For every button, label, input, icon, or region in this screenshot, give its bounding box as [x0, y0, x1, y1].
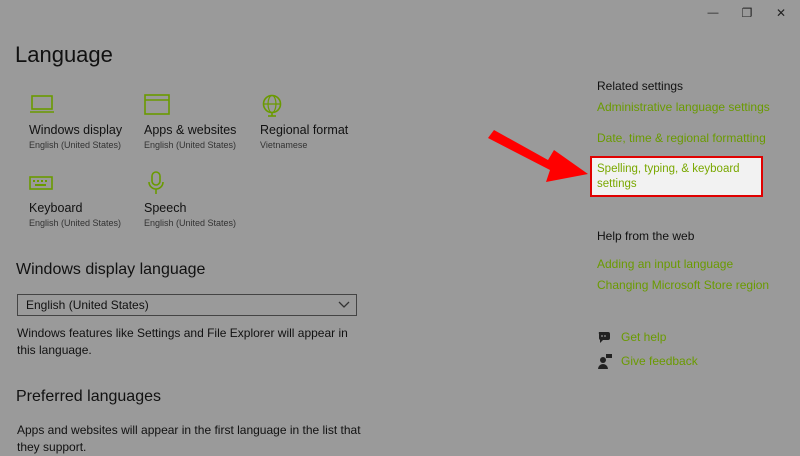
feedback-person-icon	[598, 354, 612, 369]
maximize-button[interactable]: ❐	[730, 0, 764, 26]
get-help-label: Get help	[621, 330, 667, 344]
tile-sublabel: English (United States)	[29, 140, 122, 150]
tile-speech[interactable]: Speech English (United States)	[144, 171, 254, 228]
help-from-web-heading: Help from the web	[597, 229, 695, 243]
give-feedback-label: Give feedback	[621, 354, 698, 368]
display-language-heading: Windows display language	[16, 261, 206, 278]
preferred-languages-heading: Preferred languages	[16, 388, 161, 405]
related-settings-heading: Related settings	[597, 79, 684, 93]
preferred-languages-description: Apps and websites will appear in the fir…	[17, 423, 361, 454]
link-date-time-regional-formatting[interactable]: Date, time & regional formatting	[597, 131, 766, 145]
tile-sublabel: English (United States)	[144, 140, 237, 150]
chevron-down-icon	[338, 301, 350, 308]
chat-bubble-icon	[598, 332, 610, 343]
close-button[interactable]: ✕	[764, 0, 798, 26]
monitor-icon	[30, 95, 54, 113]
tile-sublabel: Vietnamese	[260, 140, 308, 150]
tile-label: Speech	[144, 201, 187, 215]
globe-icon	[262, 94, 282, 117]
tile-regional-format[interactable]: Regional format Vietnamese	[260, 93, 370, 150]
link-changing-store-region[interactable]: Changing Microsoft Store region	[597, 278, 769, 292]
display-language-description: Windows features like Settings and File …	[17, 326, 348, 357]
give-feedback-button[interactable]: Give feedback	[597, 353, 698, 369]
tile-label: Regional format	[260, 123, 349, 137]
tile-sublabel: English (United States)	[29, 218, 122, 228]
link-spelling-typing-keyboard-settings[interactable]: Spelling, typing, & keyboard settings	[597, 162, 757, 192]
tile-label: Windows display	[29, 123, 123, 137]
tile-sublabel: English (United States)	[144, 218, 237, 228]
link-adding-input-language[interactable]: Adding an input language	[597, 257, 733, 271]
tile-apps-websites[interactable]: Apps & websites English (United States)	[144, 93, 254, 150]
get-help-button[interactable]: Get help	[597, 329, 666, 345]
microphone-icon	[148, 171, 164, 194]
tile-label: Apps & websites	[144, 123, 237, 137]
link-administrative-language-settings[interactable]: Administrative language settings	[597, 100, 770, 114]
minimize-button[interactable]: —	[696, 0, 730, 26]
tile-keyboard[interactable]: Keyboard English (United States)	[29, 171, 139, 228]
red-arrow-annotation	[488, 130, 588, 182]
dropdown-value: English (United States)	[26, 298, 149, 312]
tile-windows-display[interactable]: Windows display English (United States)	[29, 93, 139, 150]
page-title: Language	[15, 42, 113, 67]
tile-label: Keyboard	[29, 201, 83, 215]
keyboard-icon	[29, 176, 53, 190]
browser-window-icon	[144, 94, 170, 115]
display-language-dropdown[interactable]: English (United States)	[17, 294, 357, 316]
